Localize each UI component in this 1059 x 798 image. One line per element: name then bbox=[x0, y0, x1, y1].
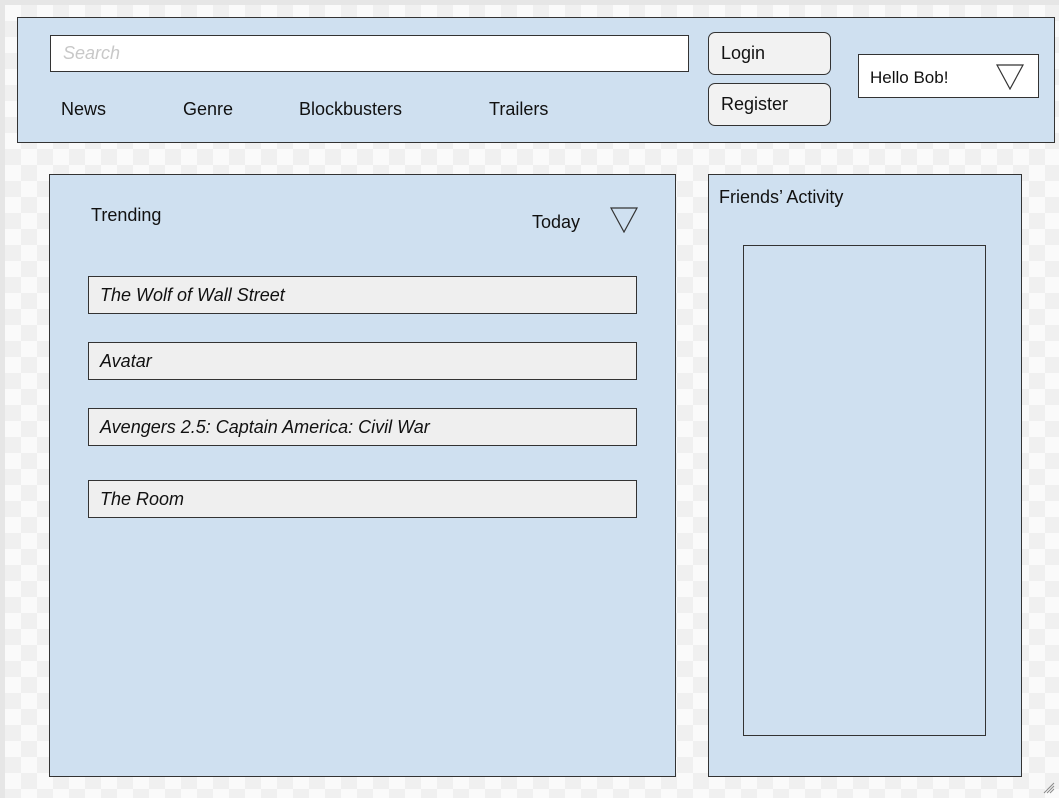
trending-panel bbox=[49, 174, 676, 777]
nav-link-news[interactable]: News bbox=[61, 99, 106, 120]
register-button[interactable]: Register bbox=[708, 83, 831, 126]
nav-link-trailers[interactable]: Trailers bbox=[489, 99, 548, 120]
trending-item[interactable]: The Room bbox=[88, 480, 637, 518]
search-input[interactable] bbox=[50, 35, 689, 72]
register-button-label: Register bbox=[721, 94, 789, 114]
trending-item[interactable]: Avengers 2.5: Captain America: Civil War bbox=[88, 408, 637, 446]
user-greeting: Hello Bob! bbox=[870, 68, 949, 87]
friends-activity-feed bbox=[743, 245, 986, 736]
login-button-label: Login bbox=[721, 43, 766, 63]
friends-activity-title: Friends’ Activity bbox=[719, 187, 844, 207]
nav-link-genre[interactable]: Genre bbox=[183, 99, 233, 120]
trending-item[interactable]: The Wolf of Wall Street bbox=[88, 276, 637, 314]
chevron-down-icon bbox=[996, 64, 1024, 90]
user-menu-dropdown[interactable]: Hello Bob! bbox=[858, 54, 1039, 98]
period-label: Today bbox=[532, 212, 581, 232]
resize-grip-icon[interactable] bbox=[1043, 782, 1055, 794]
login-button[interactable]: Login bbox=[708, 32, 831, 75]
trending-item[interactable]: Avatar bbox=[88, 342, 637, 380]
trending-title: Trending bbox=[91, 205, 162, 225]
nav-link-blockbusters[interactable]: Blockbusters bbox=[299, 99, 402, 120]
chevron-down-icon bbox=[610, 207, 638, 233]
period-dropdown[interactable]: Today bbox=[532, 205, 642, 235]
